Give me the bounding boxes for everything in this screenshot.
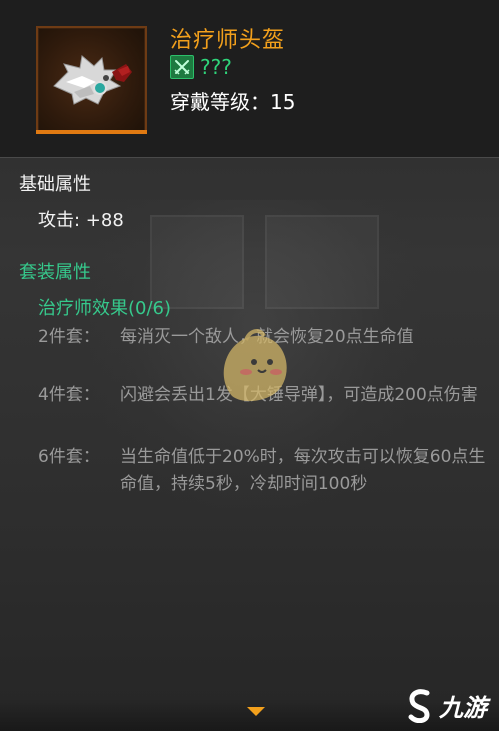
chevron-down-icon[interactable] bbox=[247, 707, 265, 717]
attack-stat: 攻击: +88 bbox=[38, 210, 124, 231]
background-block bbox=[265, 215, 379, 309]
set-bonus-6: 6件套： 当生命值低于20%时，每次攻击可以恢复60点生命值，持续5秒，冷却时间… bbox=[38, 444, 493, 498]
helmet-icon bbox=[53, 55, 132, 105]
jiuyou-logo-icon bbox=[408, 688, 430, 723]
rarity-text: ??? bbox=[200, 55, 232, 79]
rarity-row: ??? bbox=[170, 54, 232, 80]
brand-text: 九游 bbox=[439, 694, 487, 722]
set-bonus-text: 闪避会丢出1发【大锤导弹】，可造成200点伤害 bbox=[120, 385, 478, 405]
set-name: 治疗师效果(0/6) bbox=[38, 298, 172, 319]
mascot-watermark-icon bbox=[223, 329, 287, 402]
base-attributes-title: 基础属性 bbox=[19, 174, 91, 195]
wear-level: 穿戴等级：15 bbox=[170, 90, 296, 114]
brand-watermark: 九游 bbox=[405, 688, 487, 723]
item-icon-frame[interactable] bbox=[36, 26, 147, 134]
set-bonus-text: 当生命值低于20%时，每次攻击可以恢复60点生命值，持续5秒，冷却时间100秒 bbox=[120, 447, 486, 494]
set-attributes-title: 套装属性 bbox=[19, 262, 91, 283]
set-bonus-label: 4件套： bbox=[38, 385, 100, 405]
crossed-swords-icon bbox=[170, 55, 194, 79]
item-tooltip-panel: 治疗师头盔 ??? 穿戴等级：15 基础属性 攻击: +88 套装属性 治疗师效… bbox=[0, 0, 499, 731]
set-bonus-label: 2件套： bbox=[38, 327, 100, 347]
item-name: 治疗师头盔 bbox=[170, 28, 286, 53]
item-header: 治疗师头盔 ??? 穿戴等级：15 bbox=[0, 0, 499, 158]
set-bonus-label: 6件套： bbox=[38, 447, 100, 467]
set-bonus-text: 每消灭一个敌人，就会恢复20点生命值 bbox=[120, 327, 414, 347]
